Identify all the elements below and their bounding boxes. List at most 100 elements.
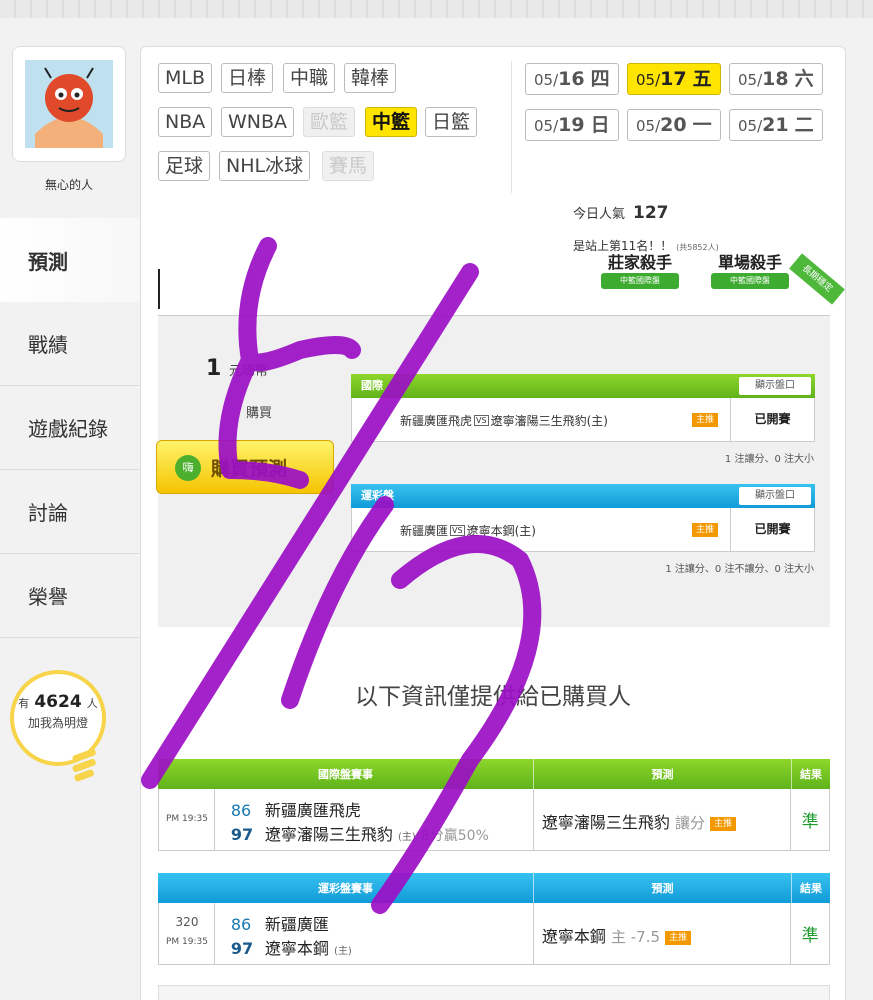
result-correct: 準 — [801, 926, 819, 946]
nav-item-honor[interactable]: 榮譽 — [0, 554, 140, 638]
home-note: (主) — [333, 946, 352, 957]
team-score: 97 — [230, 825, 254, 844]
col-header-pick: 預測 — [534, 759, 792, 789]
table-row: PM 19:35 86 新疆廣匯飛虎 97 遼寧瀋陽三生飛豹 (主) 8分贏50% … — [158, 789, 830, 851]
pick-type: 讓分 — [674, 814, 705, 832]
sport-tab-kbo[interactable]: 韓棒 — [344, 63, 397, 93]
sport-tab-mlb[interactable]: MLB — [158, 63, 213, 93]
nav-item-record[interactable]: 戰績 — [0, 302, 140, 386]
buy-button-label: 購買預測 — [211, 458, 288, 480]
date-weekday: 四 — [590, 68, 610, 90]
team-row: 97 遼寧瀋陽三生飛豹 (主) 8分贏50% — [231, 821, 489, 845]
date-0516[interactable]: 05/16 四 — [525, 63, 619, 95]
show-odds-button[interactable]: 顯示盤口 — [739, 487, 811, 505]
lottery-game-header: 運彩盤 顯示盤口 — [351, 484, 815, 508]
col-header-result: 結果 — [800, 882, 822, 895]
date-weekday: 五 — [692, 68, 712, 90]
team-row: 86 新疆廣匯 — [231, 911, 329, 935]
col-header-game: 運彩盤賽事 — [158, 873, 534, 903]
away-team: 遼寧本鋼(主) — [466, 524, 536, 538]
date-0520[interactable]: 05/20 一 — [627, 109, 721, 141]
date-separator — [511, 61, 512, 193]
team-name: 新疆廣匯 — [264, 915, 329, 934]
sport-tab-japan-basketball[interactable]: 日籃 — [425, 107, 478, 137]
coin-icon: 嗨 — [175, 455, 201, 481]
game-time: PM 19:35 — [166, 937, 208, 947]
game-status: 已開賽 — [730, 508, 814, 551]
sport-tab-nba[interactable]: NBA — [158, 107, 213, 137]
lottery-header-label: 運彩盤 — [361, 489, 394, 502]
date-weekday: 日 — [590, 114, 610, 136]
date-0517[interactable]: 05/17 五 — [627, 63, 721, 95]
sport-tab-wnba[interactable]: WNBA — [221, 107, 295, 137]
text-cursor — [158, 269, 160, 309]
col-header-game: 國際盤賽事 — [158, 759, 534, 789]
sport-tab-nhl[interactable]: NHL冰球 — [219, 151, 311, 181]
home-team: 新疆廣匯 — [400, 524, 449, 538]
col-header-result: 結果 — [800, 768, 822, 781]
fans-prefix: 有 — [18, 697, 30, 710]
result-cell: 準 — [791, 903, 829, 964]
date-0521[interactable]: 05/21 二 — [729, 109, 823, 141]
date-day: 21 — [762, 114, 789, 136]
sport-tab-euro-basketball[interactable]: 歐籃 — [303, 107, 356, 137]
intl-results-table: 國際盤賽事 預測 結果 PM 19:35 86 新疆廣匯飛虎 97 遼寧瀋陽三生飛豹… — [158, 759, 830, 851]
teams-cell: 86 新疆廣匯 97 遼寧本鋼 (主) — [215, 903, 534, 964]
intl-game-box: 國際 顯示盤口 新疆廣匯飛虎 VS 遼寧瀋陽三生飛豹(主) 主推 已開賽 — [351, 374, 815, 442]
show-odds-button[interactable]: 顯示盤口 — [739, 377, 811, 395]
date-md: 05/ — [534, 117, 559, 135]
date-weekday: 一 — [692, 114, 712, 136]
lottery-game-row: 新疆廣匯 VS 遼寧本鋼(主) 主推 已開賽 — [351, 508, 815, 552]
pick-team: 遼寧本鋼 — [541, 927, 606, 946]
sport-tab-horse-racing[interactable]: 賽馬 — [322, 151, 375, 181]
badge-bookmaker-killer[interactable]: 莊家殺手 中籃國際盤 — [591, 247, 689, 301]
sport-tab-china-basketball[interactable]: 中籃 — [365, 107, 418, 137]
pick-cell: 遼寧本鋼 主 -7.5 主推 — [534, 903, 792, 964]
left-nav: 預測 戰績 遊戲紀錄 討論 榮譽 — [0, 218, 140, 638]
vs-icon: VS — [450, 525, 465, 536]
lottery-game-box: 運彩盤 顯示盤口 新疆廣匯 VS 遼寧本鋼(主) 主推 已開賽 — [351, 484, 815, 552]
team-score: 86 — [230, 915, 252, 934]
intl-matchup: 新疆廣匯飛虎 VS 遼寧瀋陽三生飛豹(主) — [400, 412, 608, 429]
game-number: 320 — [175, 915, 199, 929]
date-day: 18 — [762, 68, 789, 90]
badge-single-killer[interactable]: 單場殺手 中籃國際盤 — [701, 247, 799, 301]
fans-count: 4624 — [34, 692, 82, 712]
team-row: 86 新疆廣匯飛虎 — [231, 797, 361, 821]
sport-tab-npb[interactable]: 日棒 — [221, 63, 274, 93]
intl-summary: 1 注讓分、0 注大小 — [724, 454, 814, 465]
date-day: 16 — [558, 68, 585, 90]
main-pick-tag: 主推 — [692, 413, 718, 427]
lottery-summary: 1 注讓分、0 注不讓分、0 注大小 — [665, 564, 814, 575]
avatar-image — [25, 60, 113, 148]
team-row: 97 遼寧本鋼 (主) — [231, 935, 352, 959]
intl-game-row: 新疆廣匯飛虎 VS 遼寧瀋陽三生飛豹(主) 主推 已開賽 — [351, 398, 815, 442]
nav-item-discussion[interactable]: 討論 — [0, 470, 140, 554]
nav-item-game-log[interactable]: 遊戲紀錄 — [0, 386, 140, 470]
username: 無心的人 — [44, 178, 93, 192]
top-decorative-band — [0, 0, 873, 18]
date-md: 05/ — [738, 117, 763, 135]
col-header-pick: 預測 — [534, 873, 792, 903]
date-md: 05/ — [738, 71, 763, 89]
main-pick-tag: 主推 — [665, 931, 692, 945]
sport-tab-cpbl[interactable]: 中職 — [283, 63, 336, 93]
sport-tab-soccer[interactable]: 足球 — [158, 151, 211, 181]
nav-item-predict[interactable]: 預測 — [0, 218, 140, 302]
date-0518[interactable]: 05/18 六 — [729, 63, 823, 95]
badge-ribbon: 中籃國際盤 — [601, 273, 679, 289]
avatar[interactable] — [12, 46, 126, 162]
result-correct: 準 — [801, 812, 819, 832]
today-popularity: 今日人氣 127 — [573, 203, 669, 223]
date-0519[interactable]: 05/19 日 — [525, 109, 619, 141]
lottery-results-table: 運彩盤賽事 預測 結果 320 PM 19:35 86 新疆廣匯 97 遼寧本鋼 (… — [158, 873, 830, 965]
team-name: 遼寧本鋼 — [264, 939, 329, 958]
pick-cell: 遼寧瀋陽三生飛豹 讓分 主推 — [534, 789, 792, 850]
pop-value: 127 — [633, 203, 669, 223]
date-day: 20 — [660, 114, 687, 136]
time-cell: 320 PM 19:35 — [159, 903, 215, 964]
time-cell: PM 19:35 — [159, 789, 215, 850]
handicap-detail: 8分贏50% — [420, 828, 489, 844]
date-md: 05/ — [534, 71, 559, 89]
buy-prediction-button[interactable]: 嗨 購買預測 — [156, 440, 334, 494]
